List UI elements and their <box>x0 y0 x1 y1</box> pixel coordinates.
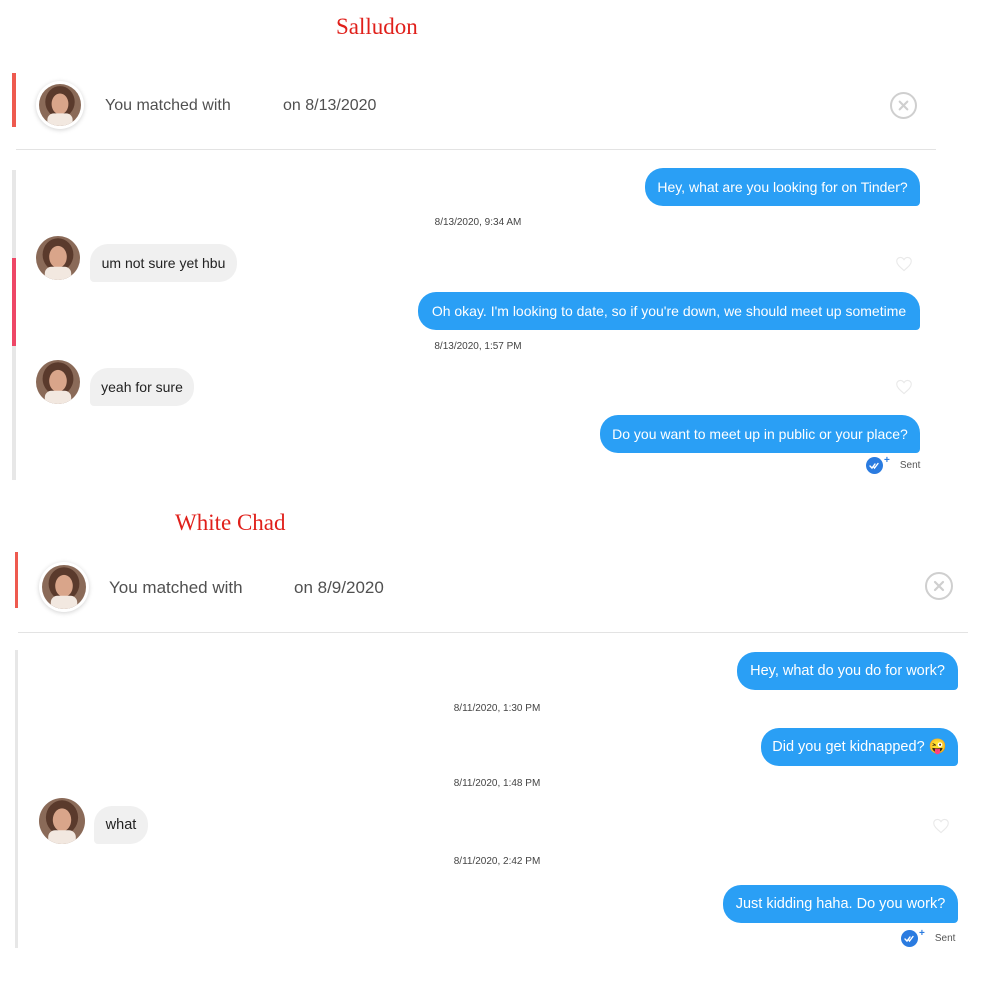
matched-date: on 8/9/2020 <box>294 578 384 597</box>
avatar-photo-icon <box>42 565 86 609</box>
heart-icon <box>933 818 949 834</box>
close-icon <box>898 100 909 111</box>
message-outgoing[interactable]: Hey, what are you looking for on Tinder? <box>645 168 920 206</box>
sent-label: Sent <box>934 933 956 944</box>
avatar-photo-icon <box>39 84 81 126</box>
sent-label: Sent <box>899 460 921 471</box>
scroll-thumb[interactable] <box>12 258 16 346</box>
scroll-track <box>12 170 16 258</box>
like-button[interactable] <box>895 256 913 272</box>
header-divider <box>18 632 968 633</box>
message-timestamp: 8/13/2020, 1:57 PM <box>434 341 522 352</box>
like-button[interactable] <box>895 379 913 395</box>
match-avatar[interactable] <box>39 84 81 126</box>
double-check-icon <box>866 457 883 474</box>
message-timestamp: 8/11/2020, 1:48 PM <box>453 778 541 789</box>
heart-icon <box>896 256 912 272</box>
active-indicator <box>15 552 18 608</box>
scroll-track <box>15 650 18 948</box>
matched-date: on 8/13/2020 <box>283 97 377 114</box>
message-outgoing[interactable]: Oh okay. I'm looking to date, so if you'… <box>418 292 920 330</box>
sender-avatar[interactable] <box>36 236 80 280</box>
panel-caption: Salludon <box>336 14 418 39</box>
avatar-photo-icon <box>36 360 80 404</box>
panel-caption: White Chad <box>175 510 286 535</box>
sent-status: + Sent <box>901 928 956 947</box>
avatar-photo-icon <box>36 236 80 280</box>
heart-icon <box>896 379 912 395</box>
message-incoming[interactable]: what <box>94 806 148 844</box>
like-button[interactable] <box>932 818 950 834</box>
close-button[interactable] <box>890 92 917 119</box>
message-outgoing[interactable]: Did you get kidnapped? 😜 <box>761 728 958 766</box>
scroll-track <box>12 346 16 480</box>
message-outgoing[interactable]: Hey, what do you do for work? <box>737 652 958 690</box>
active-indicator <box>12 73 16 127</box>
close-icon <box>933 580 945 592</box>
close-button[interactable] <box>925 572 953 600</box>
header-divider <box>16 149 936 150</box>
message-outgoing[interactable]: Just kidding haha. Do you work? <box>723 885 958 923</box>
matched-with-label: You matched with <box>105 97 231 114</box>
message-incoming[interactable]: um not sure yet hbu <box>90 244 237 282</box>
message-timestamp: 8/11/2020, 1:30 PM <box>453 703 541 714</box>
message-timestamp: 8/13/2020, 9:34 AM <box>434 217 522 228</box>
matched-with-label: You matched with <box>109 578 243 597</box>
avatar-photo-icon <box>39 798 85 844</box>
sent-status: + Sent <box>866 455 921 474</box>
message-incoming[interactable]: yeah for sure <box>90 368 194 406</box>
sender-avatar[interactable] <box>39 798 85 844</box>
match-avatar[interactable] <box>42 565 86 609</box>
sender-avatar[interactable] <box>36 360 80 404</box>
message-timestamp: 8/11/2020, 2:42 PM <box>453 856 541 867</box>
double-check-icon <box>901 930 918 947</box>
message-outgoing[interactable]: Do you want to meet up in public or your… <box>600 415 920 453</box>
